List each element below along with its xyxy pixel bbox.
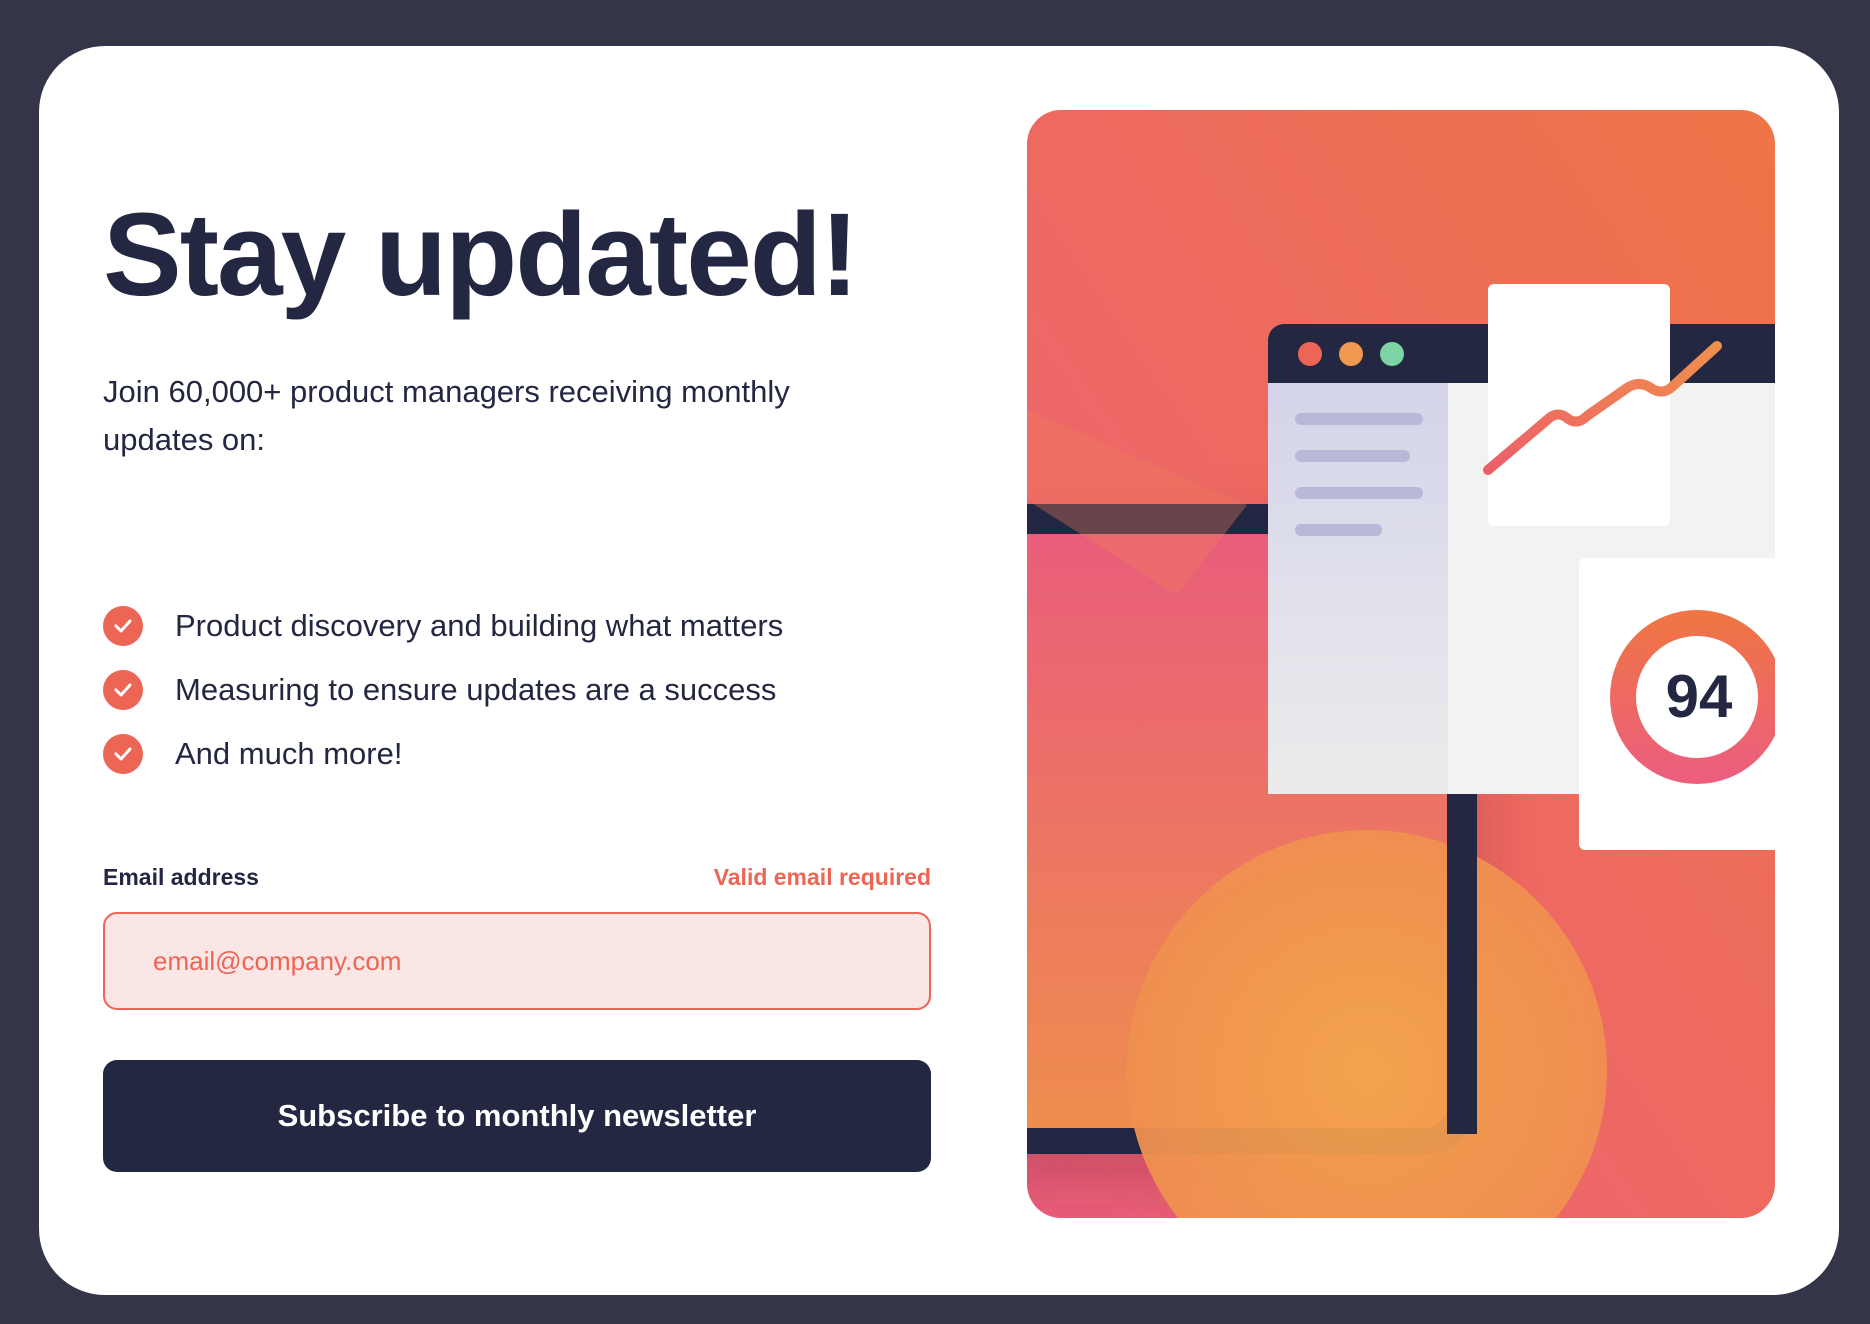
close-dot-icon bbox=[1298, 342, 1322, 366]
page-title: Stay updated! bbox=[103, 189, 859, 321]
list-item: Measuring to ensure updates are a succes… bbox=[103, 658, 783, 722]
subscribe-button[interactable]: Subscribe to monthly newsletter bbox=[103, 1060, 931, 1172]
hero-illustration: 94 bbox=[1027, 110, 1775, 1218]
email-label: Email address bbox=[103, 864, 259, 890]
minimize-dot-icon bbox=[1339, 342, 1363, 366]
email-field[interactable] bbox=[103, 912, 931, 1010]
feature-text: Measuring to ensure updates are a succes… bbox=[175, 672, 777, 707]
email-error-message: Valid email required bbox=[713, 864, 931, 890]
check-icon bbox=[103, 670, 143, 710]
intro-text: Join 60,000+ product managers receiving … bbox=[103, 374, 790, 457]
email-label-row: Email address Valid email required bbox=[103, 864, 931, 891]
feature-text: Product discovery and building what matt… bbox=[175, 608, 784, 643]
list-item: Product discovery and building what matt… bbox=[103, 594, 783, 658]
feature-text: And much more! bbox=[175, 736, 403, 771]
list-item: And much more! bbox=[103, 722, 783, 786]
score-card: 94 bbox=[1579, 558, 1775, 850]
check-icon bbox=[103, 734, 143, 774]
score-value: 94 bbox=[1666, 663, 1733, 730]
signup-card: Stay updated! Join 60,000+ product manag… bbox=[39, 46, 1839, 1295]
signup-form-panel: Stay updated! Join 60,000+ product manag… bbox=[103, 46, 933, 1295]
check-icon bbox=[103, 606, 143, 646]
maximize-dot-icon bbox=[1380, 342, 1404, 366]
feature-list: Product discovery and building what matt… bbox=[103, 594, 783, 786]
